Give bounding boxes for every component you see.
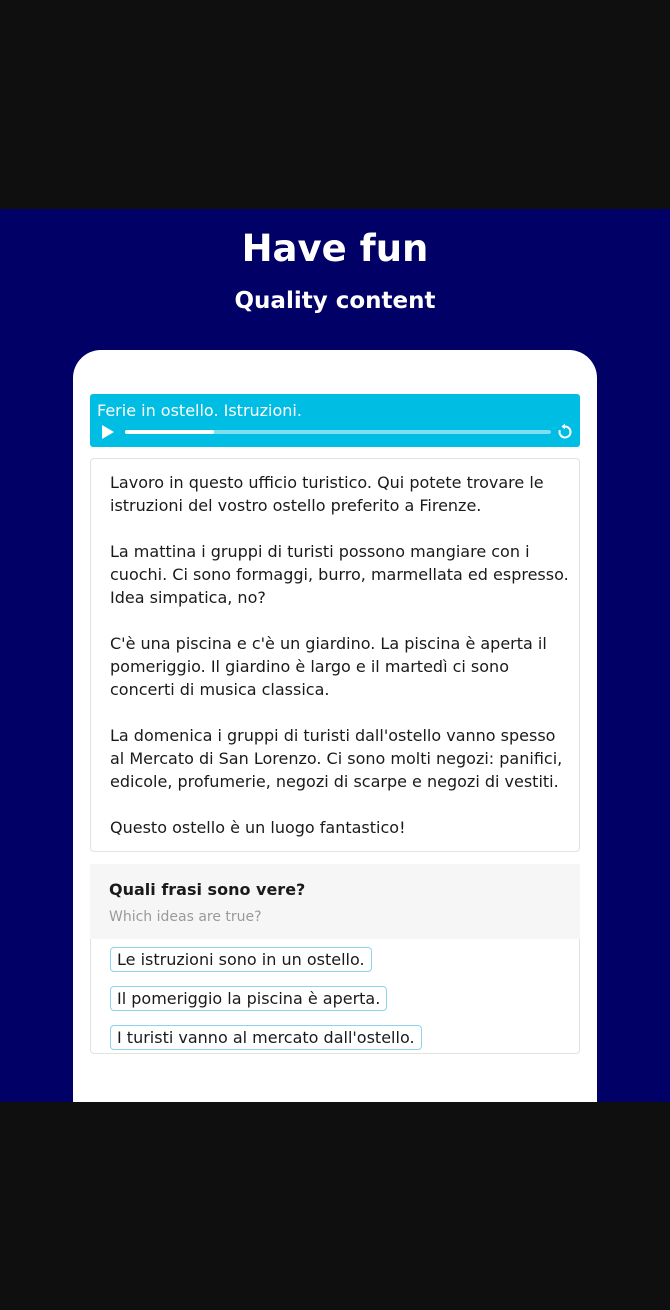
passage-paragraph: La domenica i gruppi di turisti dall'ost… <box>110 726 563 791</box>
reading-passage: Lavoro in questo ufficio turistico. Qui … <box>90 458 580 852</box>
bottom-letterbox <box>0 1102 670 1310</box>
replay-icon[interactable] <box>556 423 574 441</box>
phone-mockup: Ferie in ostello. Istruzioni. Lavoro in … <box>73 350 597 1102</box>
passage-paragraph: La mattina i gruppi di turisti possono m… <box>110 542 569 607</box>
question-title: Quali frasi sono vere? <box>109 880 306 899</box>
answer-options: Le istruzioni sono in un ostello. Il pom… <box>90 939 580 1054</box>
play-icon[interactable] <box>102 425 114 439</box>
passage-paragraph: Lavoro in questo ufficio turistico. Qui … <box>110 473 544 515</box>
top-letterbox <box>0 0 670 209</box>
question-translation: Which ideas are true? <box>109 909 262 925</box>
audio-title: Ferie in ostello. Istruzioni. <box>97 401 302 420</box>
answer-option[interactable]: I turisti vanno al mercato dall'ostello. <box>110 1025 422 1050</box>
promo-title: Have fun <box>241 227 429 270</box>
question-header: Quali frasi sono vere? Which ideas are t… <box>90 864 580 939</box>
audio-progress-bar[interactable] <box>125 430 551 434</box>
passage-paragraph: C'è una piscina e c'è un giardino. La pi… <box>110 634 547 699</box>
promo-banner: Have fun Quality content Ferie in ostell… <box>0 209 670 1102</box>
audio-progress-fill <box>125 430 215 434</box>
audio-player: Ferie in ostello. Istruzioni. <box>90 394 580 447</box>
passage-paragraph: Questo ostello è un luogo fantastico! <box>110 818 406 837</box>
answer-option[interactable]: Il pomeriggio la piscina è aperta. <box>110 986 388 1011</box>
answer-option[interactable]: Le istruzioni sono in un ostello. <box>110 947 372 972</box>
promo-subtitle: Quality content <box>234 288 436 314</box>
